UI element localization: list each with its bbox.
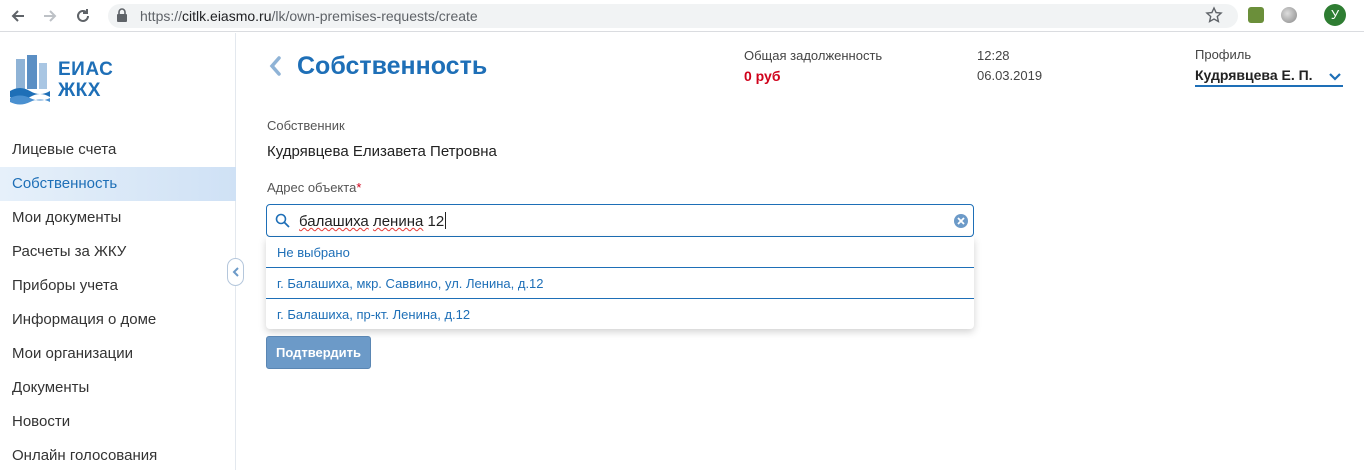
address-dropdown: Не выбрано г. Балашиха, мкр. Саввино, ул… (266, 237, 974, 329)
search-word: ленина (372, 213, 424, 230)
sidebar-item-documents[interactable]: Документы (0, 371, 236, 405)
logo[interactable]: ЕИАС ЖКХ (10, 53, 120, 113)
sidebar-menu: Лицевые счета Собственность Мои документ… (0, 133, 236, 473)
sidebar-item-my-organizations[interactable]: Мои организации (0, 337, 236, 371)
dropdown-option[interactable]: Не выбрано (266, 237, 974, 268)
logo-line2: ЖКХ (58, 80, 101, 101)
owner-value: Кудрявцева Елизавета Петровна (267, 143, 497, 160)
owner-label: Собственник (267, 118, 345, 133)
lock-icon (116, 8, 128, 27)
logo-building-icon (10, 55, 50, 105)
chevron-left-icon (232, 267, 239, 277)
address-label: Адрес объекта* (267, 180, 361, 195)
debt-value: 0 руб (744, 68, 781, 84)
logo-line1: ЕИАС (58, 59, 114, 80)
url-path: /lk/own-premises-requests/create (271, 8, 478, 24)
text-caret (445, 212, 447, 229)
search-word: балашиха (299, 213, 369, 230)
sidebar-collapse-button[interactable] (227, 258, 244, 286)
page-title: Собственность (297, 52, 488, 80)
extension-icon[interactable] (1248, 7, 1264, 23)
extension-icon[interactable] (1281, 7, 1297, 23)
sidebar-item-property[interactable]: Собственность (0, 167, 236, 201)
current-date: 06.03.2019 (977, 68, 1043, 83)
sidebar: ЕИАС ЖКХ Лицевые счета Собственность Мои… (0, 33, 236, 470)
bookmark-star-icon[interactable] (1205, 6, 1223, 29)
profile-label: Профиль (1195, 47, 1252, 62)
search-value: балашиха ленина 12 (299, 212, 447, 230)
browser-toolbar: https://citlk.eiasmo.ru/lk/own-premises-… (0, 0, 1364, 32)
dropdown-option[interactable]: г. Балашиха, мкр. Саввино, ул. Ленина, д… (266, 268, 974, 299)
confirm-button[interactable]: Подтвердить (266, 336, 371, 369)
url-text: https://citlk.eiasmo.ru/lk/own-premises-… (140, 8, 478, 24)
address-label-text: Адрес объекта (267, 180, 357, 195)
sidebar-item-house-info[interactable]: Информация о доме (0, 303, 236, 337)
sidebar-item-accounts[interactable]: Лицевые счета (0, 133, 236, 167)
required-mark: * (356, 180, 362, 195)
url-host: citlk.eiasmo.ru (182, 8, 272, 24)
address-search-input[interactable]: балашиха ленина 12 (266, 204, 974, 237)
search-word: 12 (427, 213, 445, 230)
sidebar-item-payments[interactable]: Расчеты за ЖКУ (0, 235, 236, 269)
logo-text: ЕИАС ЖКХ (58, 59, 113, 101)
profile-dropdown[interactable]: Кудрявцева Е. П. (1195, 66, 1343, 87)
reload-icon[interactable] (73, 6, 93, 26)
avatar[interactable]: У (1324, 4, 1346, 26)
url-scheme: https:// (140, 8, 183, 24)
debt-label: Общая задолженность (744, 48, 883, 63)
sidebar-item-voting[interactable]: Онлайн голосования (0, 439, 236, 473)
current-time: 12:28 (977, 48, 1010, 63)
clear-icon[interactable] (953, 213, 969, 234)
sidebar-item-meters[interactable]: Приборы учета (0, 269, 236, 303)
dropdown-option[interactable]: г. Балашиха, пр-кт. Ленина, д.12 (266, 299, 974, 330)
sidebar-item-my-documents[interactable]: Мои документы (0, 201, 236, 235)
search-icon (275, 213, 290, 233)
sidebar-item-news[interactable]: Новости (0, 405, 236, 439)
back-chevron-icon[interactable] (268, 55, 282, 82)
back-arrow-icon[interactable] (8, 6, 28, 26)
chevron-down-icon (1329, 69, 1341, 87)
profile-name: Кудрявцева Е. П. (1195, 67, 1313, 83)
forward-arrow-icon[interactable] (40, 6, 60, 26)
